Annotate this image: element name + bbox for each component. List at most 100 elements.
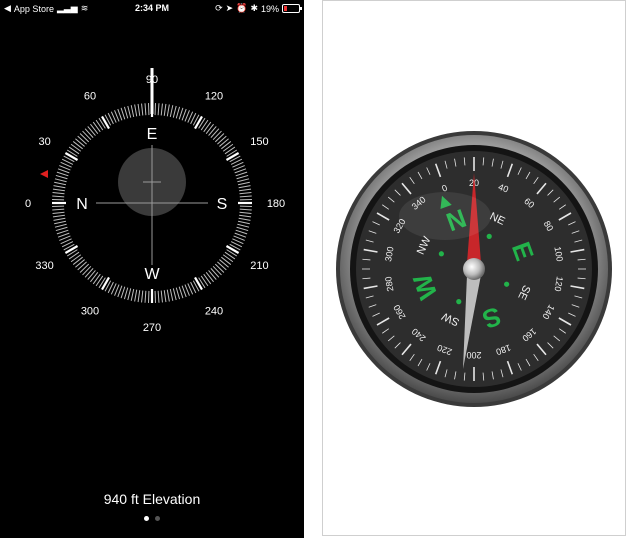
dial-tick: [238, 182, 250, 184]
dial-tick: [240, 193, 252, 194]
heading-marker-icon: [40, 170, 48, 178]
page-dot-1[interactable]: [144, 516, 149, 521]
dial-tick: [138, 290, 140, 302]
cardinal-label: W: [144, 266, 160, 283]
dial-tick: [158, 103, 159, 115]
dial-tick: [138, 104, 140, 116]
dial-tick: [239, 186, 251, 188]
dial-tick: [213, 131, 221, 140]
dial-tick: [201, 276, 208, 286]
dial-tick: [88, 126, 96, 135]
dial-tick: [170, 105, 172, 117]
dial-tick: [131, 289, 133, 301]
dial-tick: [85, 268, 93, 277]
dial-tick: [56, 175, 68, 178]
dial-tick: [164, 290, 166, 302]
dial-tick: [221, 257, 230, 264]
degree-label: 330: [35, 260, 53, 272]
dial-tick: [80, 134, 89, 142]
dial-tick: [236, 172, 247, 176]
analog-compass-image: 0204060801001201401601802002202402602803…: [323, 1, 625, 535]
dial-tick: [145, 291, 146, 303]
dial-tick: [135, 290, 137, 302]
glass-reflection: [399, 192, 491, 240]
dial-tick: [53, 212, 65, 213]
dial-tick: [78, 136, 87, 144]
dial-tick: [164, 104, 166, 116]
dial-tick: [71, 255, 81, 262]
dial-tick: [236, 230, 247, 234]
dial-tick: [128, 106, 131, 118]
dial-tick: [83, 131, 91, 140]
degree-label: 150: [250, 136, 268, 148]
dial-tick: [223, 255, 233, 262]
dial-tick: [102, 277, 109, 289]
dial-tick: [219, 260, 228, 268]
dial-tick: [80, 264, 89, 272]
dial-tick: [223, 144, 233, 151]
dial-tick: [93, 122, 100, 132]
dial-tick: [221, 141, 230, 148]
iphone-compass-screen: ◀ App Store ▂▃▅ ≋ 2:34 PM ⟳ ➤ ⏰ ✱ 19% 03…: [0, 0, 304, 538]
degree-label: 120: [205, 91, 223, 103]
elevation-readout: 940 ft Elevation: [0, 491, 304, 507]
degree-label: 180: [267, 198, 285, 210]
dial-tick: [53, 215, 65, 217]
degree-label: 270: [143, 322, 161, 334]
dial-tick: [78, 262, 87, 270]
dial-tick: [90, 124, 97, 133]
dial-tick: [225, 147, 235, 154]
dial-tick: [239, 215, 251, 217]
page-indicator[interactable]: [0, 516, 304, 521]
degree-label: 30: [38, 136, 50, 148]
dial-tick: [176, 107, 179, 119]
dial-tick: [158, 291, 159, 303]
degree-label: 60: [84, 91, 96, 103]
dial-tick: [195, 116, 202, 128]
dial-tick: [209, 270, 217, 279]
dial-tick: [240, 196, 252, 197]
degree-label: 210: [250, 260, 268, 272]
dial-tick: [55, 179, 67, 182]
dial-tick: [65, 246, 77, 253]
dial-tick: [206, 124, 213, 133]
dial-tick: [211, 129, 219, 138]
dial-tick: [215, 264, 224, 272]
analog-marker-dot: [504, 282, 509, 287]
compass-dial[interactable]: 0306090120150180210240270300330NESW: [0, 0, 304, 538]
dial-tick: [219, 139, 228, 147]
dial-tick: [56, 227, 68, 230]
dial-tick: [226, 153, 238, 160]
dial-tick: [167, 290, 169, 302]
dial-tick: [124, 288, 127, 300]
dial-tick: [135, 105, 137, 117]
dial-tick: [71, 144, 81, 151]
dial-tick: [53, 189, 65, 191]
dial-tick: [93, 274, 100, 284]
dial-tick: [239, 218, 251, 220]
dial-tick: [121, 108, 125, 119]
dial-tick: [204, 122, 211, 132]
dial-tick: [52, 196, 64, 197]
page-dot-2[interactable]: [155, 516, 160, 521]
dial-tick: [57, 172, 68, 176]
dial-tick: [73, 257, 82, 264]
dial-tick: [167, 105, 169, 117]
dial-tick: [142, 104, 143, 116]
dial-tick: [161, 291, 162, 303]
dial-tick: [225, 252, 235, 259]
analog-marker-dot: [439, 251, 444, 256]
dial-tick: [145, 103, 146, 115]
dial-tick: [69, 147, 79, 154]
dial-tick: [201, 120, 208, 130]
dial-tick: [55, 224, 67, 227]
analog-marker-dot: [487, 234, 492, 239]
needle-pivot: [463, 258, 485, 280]
dial-tick: [176, 288, 179, 300]
dial-tick: [53, 193, 65, 194]
dial-tick: [96, 276, 103, 286]
dial-tick: [83, 266, 91, 275]
dial-tick: [173, 288, 176, 300]
dial-tick: [179, 287, 183, 298]
dial-tick: [170, 289, 172, 301]
